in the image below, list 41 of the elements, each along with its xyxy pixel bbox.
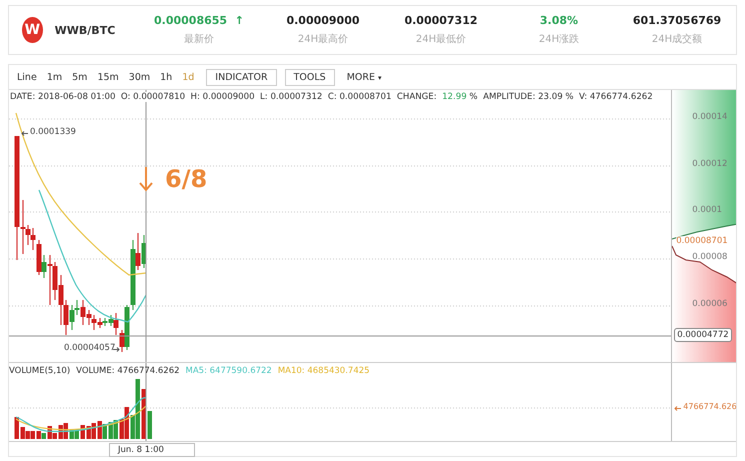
interval-tab[interactable]: 1h bbox=[156, 70, 176, 84]
y-axis-label: 0.00006 bbox=[692, 299, 728, 309]
interval-tab[interactable]: 1m bbox=[42, 70, 66, 84]
interval-tab[interactable]: Line bbox=[13, 70, 41, 84]
interval-tab[interactable]: 5m bbox=[68, 70, 92, 84]
toolbar-button[interactable]: INDICATOR bbox=[206, 68, 277, 86]
volume-title: VOLUME(5,10) bbox=[9, 366, 70, 376]
y-axis-label: 0.0001 bbox=[692, 205, 722, 215]
toolbar-button[interactable]: TOOLS bbox=[284, 68, 335, 86]
pointer-arrow-icon bbox=[674, 406, 682, 411]
time-cursor-label: Jun. 8 1:00 bbox=[109, 443, 195, 457]
pair-name: WWB/BTC bbox=[54, 24, 116, 36]
interval-tab[interactable]: 15m bbox=[93, 70, 123, 84]
ma10-value: MA10: 4685430.7425 bbox=[278, 366, 370, 376]
stat-value: 0.00007312 bbox=[404, 14, 478, 27]
last-price-label: 0.00008701 bbox=[676, 236, 728, 246]
interval-tab[interactable]: 30m bbox=[124, 70, 154, 84]
down-arrow-icon bbox=[139, 166, 153, 192]
ma5-value: MA5: 6477590.6722 bbox=[186, 366, 272, 376]
pointer-arrow-icon bbox=[21, 131, 28, 136]
date-annotation: 6/8 bbox=[165, 165, 208, 193]
stat-value: 3.08% bbox=[540, 14, 578, 27]
y-axis-label: 0.00008 bbox=[692, 252, 728, 262]
stat-value: 601.37056769 bbox=[632, 14, 722, 27]
volume-value: VOLUME: 4766774.6262 bbox=[76, 366, 180, 376]
high-price-label: 0.0001339 bbox=[30, 127, 76, 137]
ohlc-info: DATE: 2018-06-08 01:00 O: 0.00007810 H: 0.00009000 L: 0.00007312 C: 0.00008701 CHANGE: 12.99 % AMPLITUDE: 23.09 % V: 4766774.6262 bbox=[9, 92, 653, 102]
stat-value: 0.00009000 bbox=[286, 14, 360, 27]
y-axis-label: 0.00014 bbox=[692, 112, 728, 122]
stat-value: 0.00008655 ↑ bbox=[154, 14, 244, 27]
pointer-arrow-icon bbox=[113, 347, 120, 352]
volume-axis-label: 4766774.626 bbox=[683, 402, 736, 411]
y-axis-label: 0.00012 bbox=[692, 159, 728, 169]
stat-label: 最新价 bbox=[184, 32, 214, 46]
low-price-label: 0.00004057 bbox=[64, 343, 116, 353]
stat-label: 24H最高价 bbox=[298, 32, 348, 46]
stat-label: 24H涨跌 bbox=[538, 32, 580, 46]
logo-icon: W bbox=[22, 17, 43, 43]
stat-label: 24H最低价 bbox=[416, 33, 466, 46]
stat-label: 24H成交额 bbox=[652, 32, 702, 46]
cursor-price-label: 0.00004772 bbox=[674, 328, 732, 342]
